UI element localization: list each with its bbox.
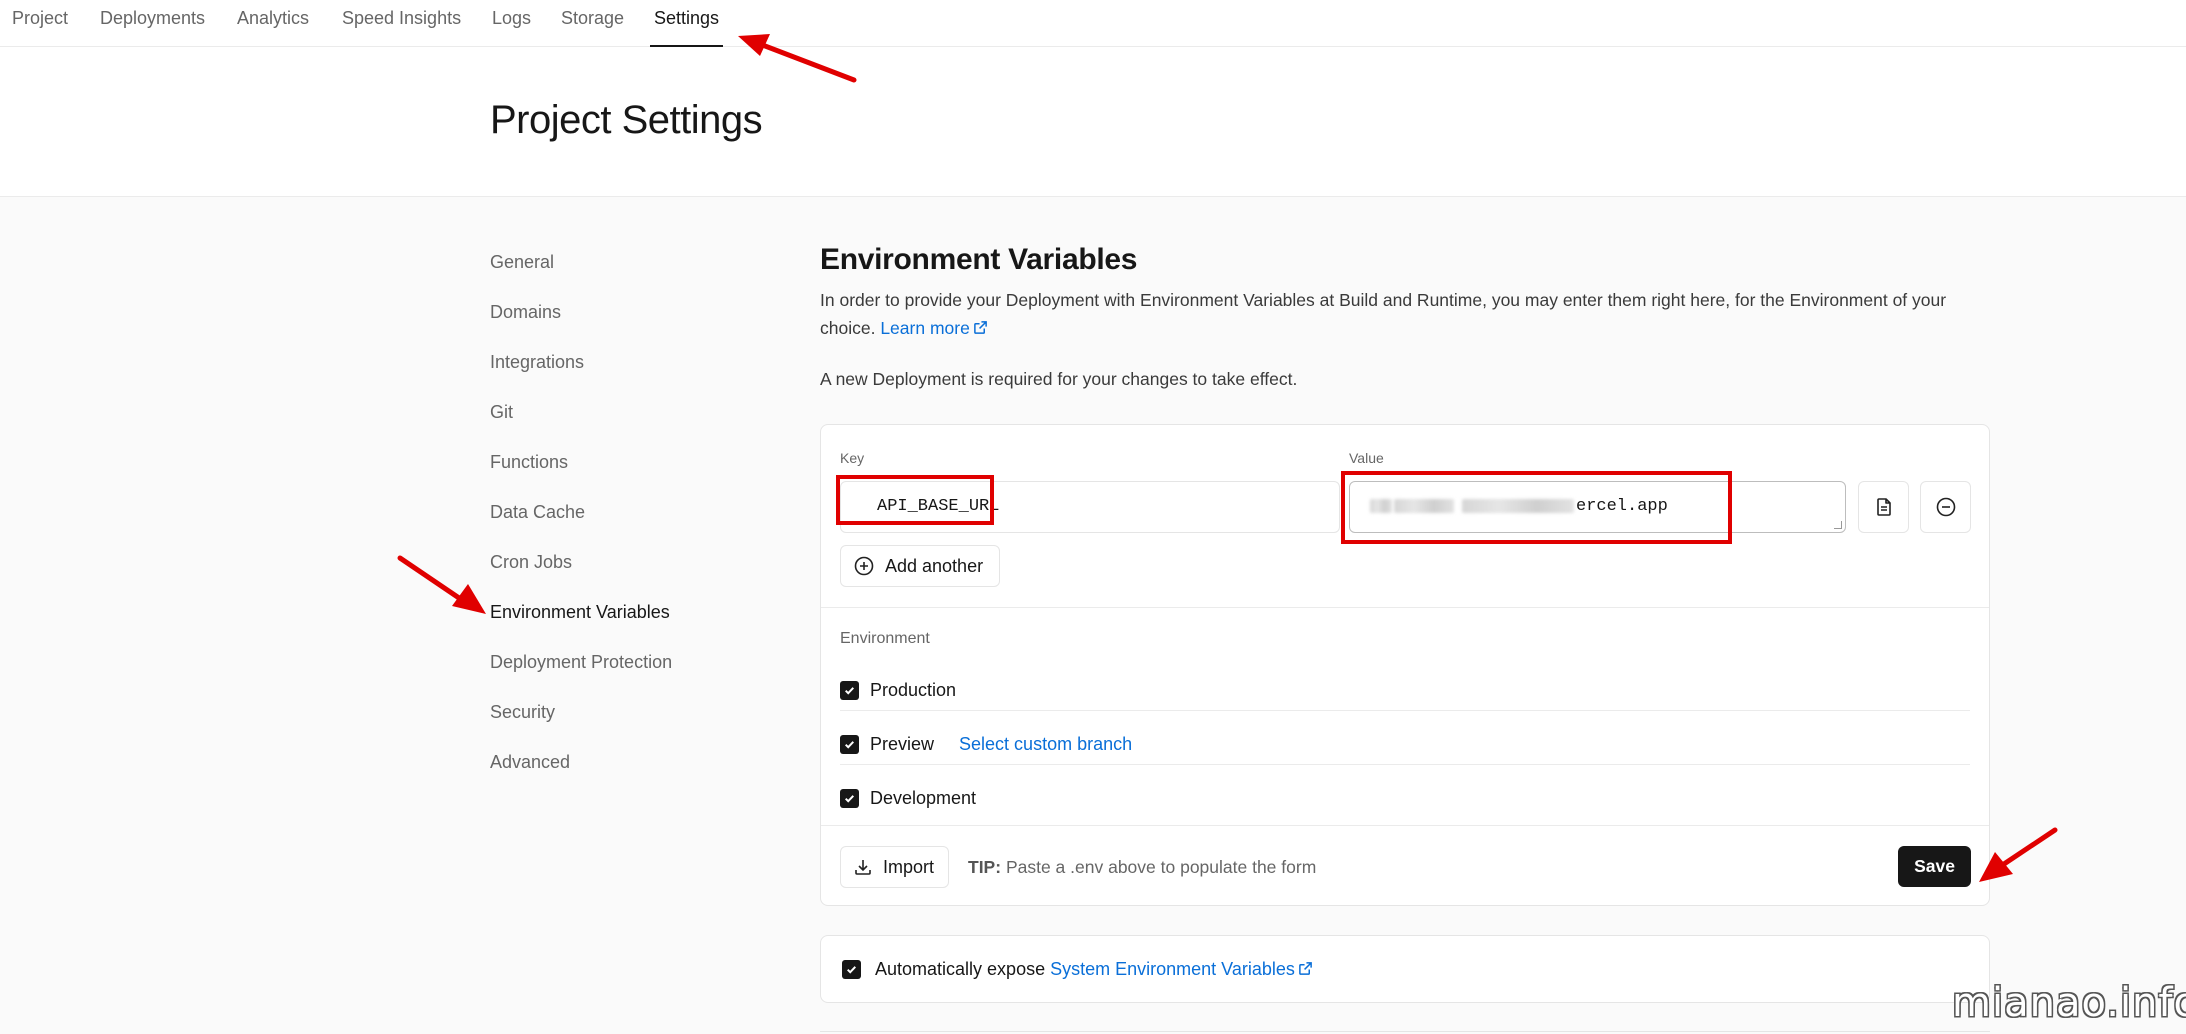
system-env-card: Automatically expose System Environment … [820, 935, 1990, 1003]
preview-checkbox[interactable] [840, 735, 859, 754]
sidebar-item-data-cache[interactable]: Data Cache [490, 502, 585, 523]
divider [840, 710, 1970, 711]
sidebar-item-security[interactable]: Security [490, 702, 555, 723]
production-checkbox[interactable] [840, 681, 859, 700]
sidebar-item-cron-jobs[interactable]: Cron Jobs [490, 552, 572, 573]
plus-circle-icon [854, 556, 874, 576]
tip-label: TIP: [968, 857, 1002, 877]
sidebar-item-advanced[interactable]: Advanced [490, 752, 570, 773]
system-env-link[interactable]: System Environment Variables [1050, 959, 1313, 979]
external-link-icon [1299, 962, 1312, 975]
import-label: Import [883, 856, 935, 877]
environment-label: Environment [840, 630, 930, 647]
check-icon [845, 687, 855, 695]
annotation-arrow-sidebar [397, 555, 486, 614]
value-input[interactable]: ercel.app [1349, 481, 1846, 533]
resize-handle[interactable] [1834, 521, 1842, 529]
save-button[interactable]: Save [1898, 846, 1971, 887]
redacted-text [1394, 498, 1454, 513]
learn-more-link[interactable]: Learn more [880, 318, 988, 338]
deployment-note: A new Deployment is required for your ch… [820, 369, 1298, 389]
env-development-row: Development [840, 788, 976, 809]
divider [821, 825, 1989, 826]
tip-message: Paste a .env above to populate the form [1005, 857, 1317, 877]
system-env-link-label: System Environment Variables [1050, 959, 1295, 979]
download-icon [855, 860, 871, 875]
description-text: In order to provide your Deployment with… [820, 290, 1947, 338]
tip-text: TIP: Paste a .env above to populate the … [968, 857, 1316, 878]
sidebar-item-functions[interactable]: Functions [490, 452, 568, 473]
development-checkbox[interactable] [840, 789, 859, 808]
system-env-checkbox[interactable] [842, 960, 861, 979]
tab-settings[interactable]: Settings [649, 0, 724, 47]
tab-analytics[interactable]: Analytics [237, 0, 309, 47]
env-var-form-card: Key Value API_BASE_URL ercel.app Add ano… [820, 424, 1990, 906]
sidebar-item-general[interactable]: General [490, 252, 554, 273]
value-visible-text: ercel.app [1576, 497, 1668, 516]
production-label: Production [870, 680, 957, 700]
sidebar-item-git[interactable]: Git [490, 402, 513, 423]
page-header: Project Settings [0, 47, 2186, 197]
value-label: Value [1349, 450, 1384, 466]
page-title: Project Settings [490, 98, 763, 142]
check-icon [845, 741, 855, 749]
sidebar-item-domains[interactable]: Domains [490, 302, 561, 323]
add-another-label: Add another [885, 555, 984, 576]
key-input[interactable]: API_BASE_URL [840, 481, 1340, 533]
document-icon [1876, 498, 1891, 516]
check-icon [845, 795, 855, 803]
top-nav: Project Deployments Analytics Speed Insi… [0, 0, 2186, 47]
sidebar-item-environment-variables[interactable]: Environment Variables [490, 602, 670, 623]
redacted-text [1370, 498, 1392, 513]
learn-more-label: Learn more [880, 318, 970, 338]
note-button[interactable] [1858, 481, 1909, 533]
system-env-prefix: Automatically expose [875, 959, 1046, 979]
remove-button[interactable] [1920, 481, 1971, 533]
tab-logs[interactable]: Logs [492, 0, 531, 47]
section-description: In order to provide your Deployment with… [820, 286, 2000, 342]
external-link-icon [973, 321, 987, 334]
divider [821, 607, 1989, 608]
check-icon [847, 966, 857, 974]
key-label: Key [840, 450, 865, 466]
divider [840, 764, 1970, 765]
system-env-row: Automatically expose System Environment … [842, 959, 1313, 980]
tab-project[interactable]: Project [12, 0, 68, 47]
redacted-text [1462, 498, 1574, 513]
env-preview-row: Preview Select custom branch [840, 734, 1132, 755]
divider [820, 1031, 1990, 1032]
tab-deployments[interactable]: Deployments [100, 0, 205, 47]
development-label: Development [870, 788, 977, 808]
preview-label: Preview [870, 734, 935, 754]
section-title: Environment Variables [820, 243, 1138, 276]
sidebar-item-integrations[interactable]: Integrations [490, 352, 584, 373]
watermark: mianao.info [1952, 980, 2186, 1026]
tab-storage[interactable]: Storage [561, 0, 624, 47]
minus-circle-icon [1936, 497, 1955, 517]
import-button[interactable]: Import [840, 846, 950, 888]
add-another-button[interactable]: Add another [840, 545, 1001, 587]
select-custom-branch-link[interactable]: Select custom branch [959, 734, 1132, 755]
tab-speed-insights[interactable]: Speed Insights [342, 0, 461, 47]
sidebar-item-deployment-protection[interactable]: Deployment Protection [490, 652, 672, 673]
env-production-row: Production [840, 680, 956, 701]
